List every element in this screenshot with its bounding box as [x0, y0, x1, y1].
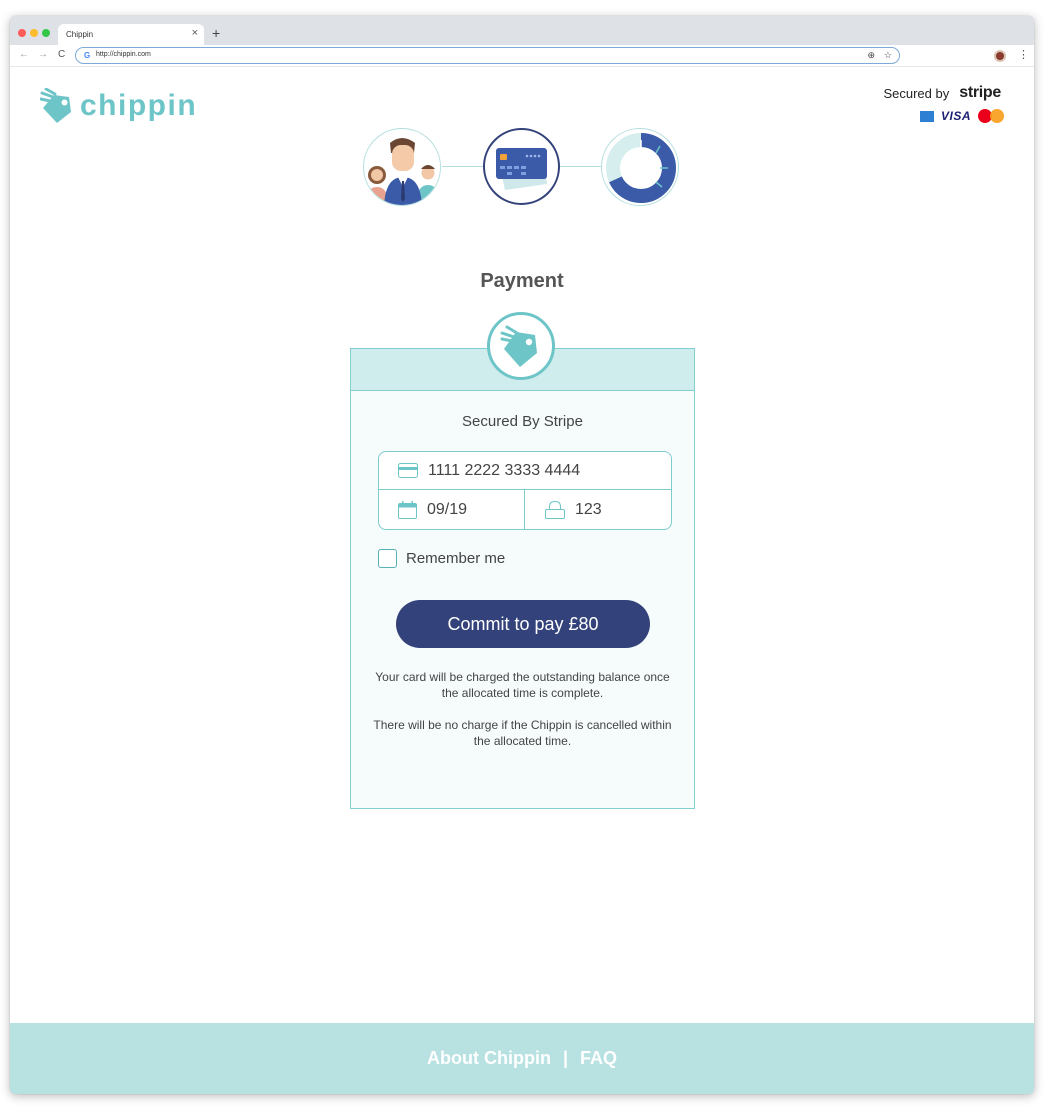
- cvc-field[interactable]: 123: [525, 490, 671, 529]
- step-progress-icon: [601, 128, 679, 206]
- step-connector: [442, 166, 486, 167]
- faq-link[interactable]: FAQ: [580, 1048, 617, 1069]
- bookmark-star-icon[interactable]: ☆: [884, 50, 892, 61]
- footer: About Chippin | FAQ: [10, 1023, 1034, 1094]
- expiry-field[interactable]: 09/19: [379, 490, 525, 529]
- step-connector: [560, 166, 604, 167]
- maximize-window-button[interactable]: [42, 29, 50, 37]
- tab-title: Chippin: [66, 30, 94, 39]
- progress-steps: [362, 127, 682, 207]
- url-text: http://chippin.com: [96, 51, 151, 58]
- calendar-icon: [398, 500, 417, 519]
- page: chippin Secured by stripe VISA Payment S…: [10, 67, 1034, 1094]
- new-tab-button[interactable]: +: [212, 26, 220, 40]
- profile-avatar[interactable]: [994, 50, 1006, 62]
- expiry-value: 09/19: [427, 500, 468, 518]
- cvc-value: 123: [575, 500, 602, 518]
- card-details-form: 1111 2222 3333 4444 09/19 123: [378, 451, 672, 530]
- tab-strip: Chippin × +: [10, 16, 1034, 45]
- commit-to-pay-button[interactable]: Commit to pay £80: [396, 600, 650, 648]
- remember-checkbox[interactable]: [378, 549, 397, 568]
- secured-by-stripe: Secured by stripe: [883, 84, 1001, 102]
- no-charge-note: There will be no charge if the Chippin i…: [373, 718, 672, 748]
- lock-icon: [545, 500, 565, 519]
- tag-badge-icon: [487, 312, 555, 380]
- visa-icon: VISA: [940, 109, 971, 123]
- close-window-button[interactable]: [18, 29, 26, 37]
- forward-button[interactable]: →: [38, 49, 48, 60]
- google-icon: G: [84, 51, 91, 60]
- page-title: Payment: [480, 270, 564, 292]
- remember-me[interactable]: Remember me: [378, 549, 505, 568]
- tag-logo-icon: [40, 88, 71, 123]
- card-secondary-row: 09/19 123: [379, 490, 671, 529]
- payment-panel: Secured By Stripe 1111 2222 3333 4444 09…: [350, 348, 695, 809]
- tab-close-icon[interactable]: ×: [192, 27, 198, 39]
- browser-window: Chippin × + ← → C G http://chippin.com ⊕…: [10, 16, 1034, 1094]
- minimize-window-button[interactable]: [30, 29, 38, 37]
- card-number-field[interactable]: 1111 2222 3333 4444: [379, 452, 671, 490]
- stripe-logo: stripe: [959, 84, 1001, 101]
- mastercard-icon: [978, 109, 1004, 123]
- step-group-icon: [363, 128, 441, 206]
- browser-toolbar: ← → C G http://chippin.com ⊕ ☆ ⋮: [10, 45, 1034, 67]
- step-card-icon: [483, 128, 560, 205]
- address-bar[interactable]: G http://chippin.com ⊕ ☆: [75, 47, 900, 64]
- reload-button[interactable]: C: [58, 49, 65, 60]
- footer-separator: |: [562, 1048, 568, 1068]
- remember-label: Remember me: [406, 550, 506, 567]
- about-chippin-link[interactable]: About Chippin: [427, 1048, 551, 1069]
- amex-icon: [919, 110, 934, 122]
- card-brand-logos: VISA: [919, 109, 1004, 123]
- location-icon[interactable]: ⊕: [867, 50, 875, 61]
- credit-card-icon: [398, 463, 418, 478]
- card-number-value: 1111 2222 3333 4444: [428, 461, 581, 479]
- chippin-logo[interactable]: chippin: [40, 87, 197, 125]
- charge-note: Your card will be charged the outstandin…: [375, 670, 670, 700]
- tab-chippin[interactable]: Chippin ×: [58, 24, 204, 45]
- browser-menu-icon[interactable]: ⋮: [1018, 48, 1029, 61]
- back-button[interactable]: ←: [19, 49, 29, 60]
- logo-text: chippin: [80, 89, 198, 122]
- panel-subtitle: Secured By Stripe: [462, 413, 583, 430]
- secured-by-label: Secured by: [883, 85, 950, 101]
